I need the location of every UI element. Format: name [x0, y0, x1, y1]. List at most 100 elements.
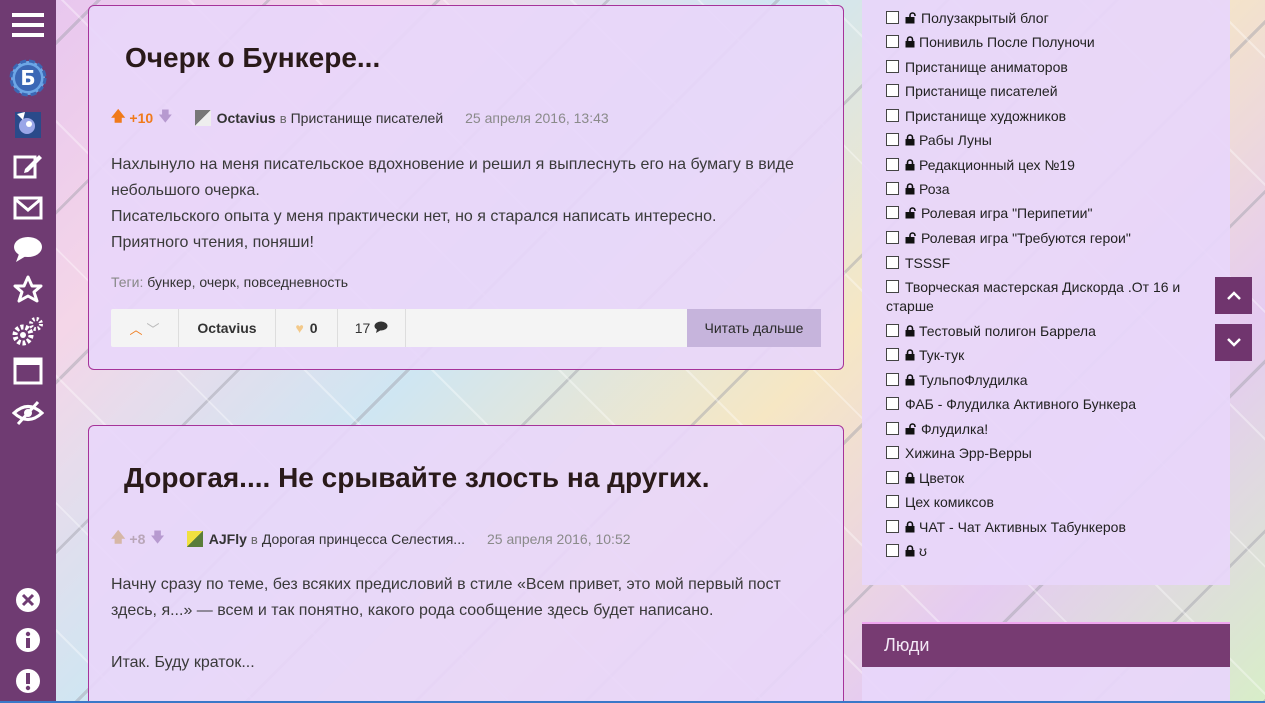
blog-filter-label: ФАБ - Флудилка Активного Бункера — [905, 396, 1136, 412]
star-icon[interactable] — [0, 272, 56, 306]
footer-favourite[interactable]: ♥ 0 — [276, 309, 338, 347]
blog-filter-label: Хижина Эрр-Верры — [905, 445, 1032, 461]
author-avatar[interactable] — [194, 110, 211, 126]
in-label: в — [279, 110, 287, 126]
blog-filter-label: ЧАТ - Чат Активных Табункеров — [919, 519, 1126, 535]
tag-link[interactable]: бункер — [147, 274, 191, 290]
lock-icon — [905, 470, 915, 489]
blog-filter-label: Цех комиксов — [905, 494, 994, 510]
blog-filter-item[interactable]: Роза — [886, 180, 1206, 200]
footer-vote-down-icon[interactable]: ﹀ — [147, 319, 160, 338]
pony-avatar-icon[interactable] — [0, 108, 56, 142]
blog-checkbox[interactable] — [886, 60, 899, 73]
blog-filter-item[interactable]: Флудилка! — [886, 420, 1206, 440]
blog-filter-label: Тестовый полигон Баррела — [919, 323, 1096, 339]
blog-checkbox[interactable] — [886, 158, 899, 171]
menu-icon[interactable] — [0, 8, 56, 42]
alert-icon[interactable] — [0, 664, 56, 698]
vote-up-icon[interactable]: 🡅 — [111, 527, 125, 551]
blog-filter-item[interactable]: Пристанище художников — [886, 107, 1206, 126]
blog-filter-item[interactable]: ТульпоФлудилка — [886, 371, 1206, 391]
post-title[interactable]: Очерк о Бункере... — [125, 42, 380, 74]
tag-link[interactable]: повседневность — [244, 274, 348, 290]
mail-icon[interactable] — [0, 191, 56, 225]
comments-icon[interactable] — [0, 232, 56, 266]
tag-link[interactable]: очерк — [199, 274, 235, 290]
blog-filter-item[interactable]: Цех комиксов — [886, 493, 1206, 512]
footer-vote-up-icon[interactable]: ︿ — [129, 319, 142, 338]
blog-filter-item[interactable]: Ролевая игра "Требуются герои" — [886, 229, 1206, 249]
blog-checkbox[interactable] — [886, 109, 899, 122]
lock-icon — [905, 323, 915, 342]
blog-filter-item[interactable]: Тестовый полигон Баррела — [886, 322, 1206, 342]
blog-filter-item[interactable]: Понивиль После Полуночи — [886, 33, 1206, 53]
blog-checkbox[interactable] — [886, 471, 899, 484]
blog-checkbox[interactable] — [886, 256, 899, 269]
blog-filter-item[interactable]: Рабы Луны — [886, 131, 1206, 151]
blog-checkbox[interactable] — [886, 373, 899, 386]
blog-filter-item[interactable]: TSSSF — [886, 254, 1206, 273]
scroll-down-button[interactable] — [1215, 324, 1252, 361]
bunker-logo-icon[interactable]: Б — [0, 58, 56, 98]
blog-checkbox[interactable] — [886, 495, 899, 508]
blog-filter-label: Редакционный цех №19 — [919, 157, 1075, 173]
blog-filter-item[interactable]: ʊ — [886, 542, 1206, 562]
hide-icon[interactable] — [0, 396, 56, 430]
blog-filter-label: Роза — [919, 181, 950, 197]
blog-filter-item[interactable]: Творческая мастерская Дискорда .От 16 и … — [886, 278, 1206, 316]
blog-checkbox[interactable] — [886, 133, 899, 146]
blog-filter-label: Творческая мастерская Дискорда .От 16 и … — [886, 279, 1181, 314]
blog-checkbox[interactable] — [886, 544, 899, 557]
post-body-line: Нахлынуло на меня писательское вдохновен… — [111, 156, 794, 199]
blog-checkbox[interactable] — [886, 280, 899, 293]
blog-filter-item[interactable]: Ролевая игра "Перипетии" — [886, 204, 1206, 224]
close-circle-icon[interactable] — [0, 583, 56, 617]
post-author[interactable]: AJFly — [209, 531, 247, 547]
vote-up-icon[interactable]: 🡅 — [111, 106, 125, 130]
blog-checkbox[interactable] — [886, 397, 899, 410]
post-blog[interactable]: Пристанище писателей — [291, 110, 444, 126]
blog-filter-item[interactable]: Цветок — [886, 469, 1206, 489]
blog-checkbox[interactable] — [886, 206, 899, 219]
blog-filter-item[interactable]: Пристанище аниматоров — [886, 58, 1206, 77]
blog-filter-item[interactable]: Пристанище писателей — [886, 82, 1206, 101]
blog-filter-item[interactable]: Тук-тук — [886, 346, 1206, 366]
blog-filter-label: Цветок — [919, 470, 965, 486]
settings-icon[interactable] — [0, 314, 56, 348]
post-body: Нахлынуло на меня писательское вдохновен… — [111, 152, 831, 256]
comment-icon — [374, 320, 388, 336]
post-blog[interactable]: Дорогая принцесса Селестия... — [262, 531, 465, 547]
blog-checkbox[interactable] — [886, 84, 899, 97]
post-title[interactable]: Дорогая.... Не срывайте злость на других… — [124, 462, 709, 494]
blog-filter-item[interactable]: ЧАТ - Чат Активных Табункеров — [886, 518, 1206, 538]
blog-checkbox[interactable] — [886, 520, 899, 533]
footer-comments[interactable]: 17 — [338, 309, 406, 347]
blog-checkbox[interactable] — [886, 348, 899, 361]
scroll-up-button[interactable] — [1215, 277, 1252, 314]
blog-checkbox[interactable] — [886, 324, 899, 337]
blog-checkbox[interactable] — [886, 11, 899, 24]
footer-author[interactable]: Octavius — [179, 309, 276, 347]
blog-checkbox[interactable] — [886, 422, 899, 435]
blog-filter-item[interactable]: Полузакрытый блог — [886, 9, 1206, 29]
read-more-button[interactable]: Читать дальше — [687, 309, 821, 347]
post-body-line — [111, 624, 831, 650]
blog-filter-item[interactable]: Редакционный цех №19 — [886, 156, 1206, 176]
people-title: Люди — [862, 622, 1230, 667]
blog-checkbox[interactable] — [886, 231, 899, 244]
vote-down-icon[interactable]: 🡇 — [150, 527, 164, 551]
window-icon[interactable] — [0, 354, 56, 388]
blog-checkbox[interactable] — [886, 446, 899, 459]
blog-checkbox[interactable] — [886, 182, 899, 195]
vote-down-icon[interactable]: 🡇 — [158, 106, 172, 130]
blog-filter-label: Рабы Луны — [919, 132, 992, 148]
edit-icon[interactable] — [0, 148, 56, 182]
blog-filter-item[interactable]: ФАБ - Флудилка Активного Бункера — [886, 395, 1206, 414]
left-sidebar: Б — [0, 0, 56, 703]
info-icon[interactable] — [0, 623, 56, 657]
post-author[interactable]: Octavius — [217, 110, 276, 126]
author-avatar[interactable] — [186, 531, 203, 547]
lock-icon — [905, 543, 915, 562]
blog-filter-item[interactable]: Хижина Эрр-Верры — [886, 444, 1206, 463]
blog-checkbox[interactable] — [886, 35, 899, 48]
